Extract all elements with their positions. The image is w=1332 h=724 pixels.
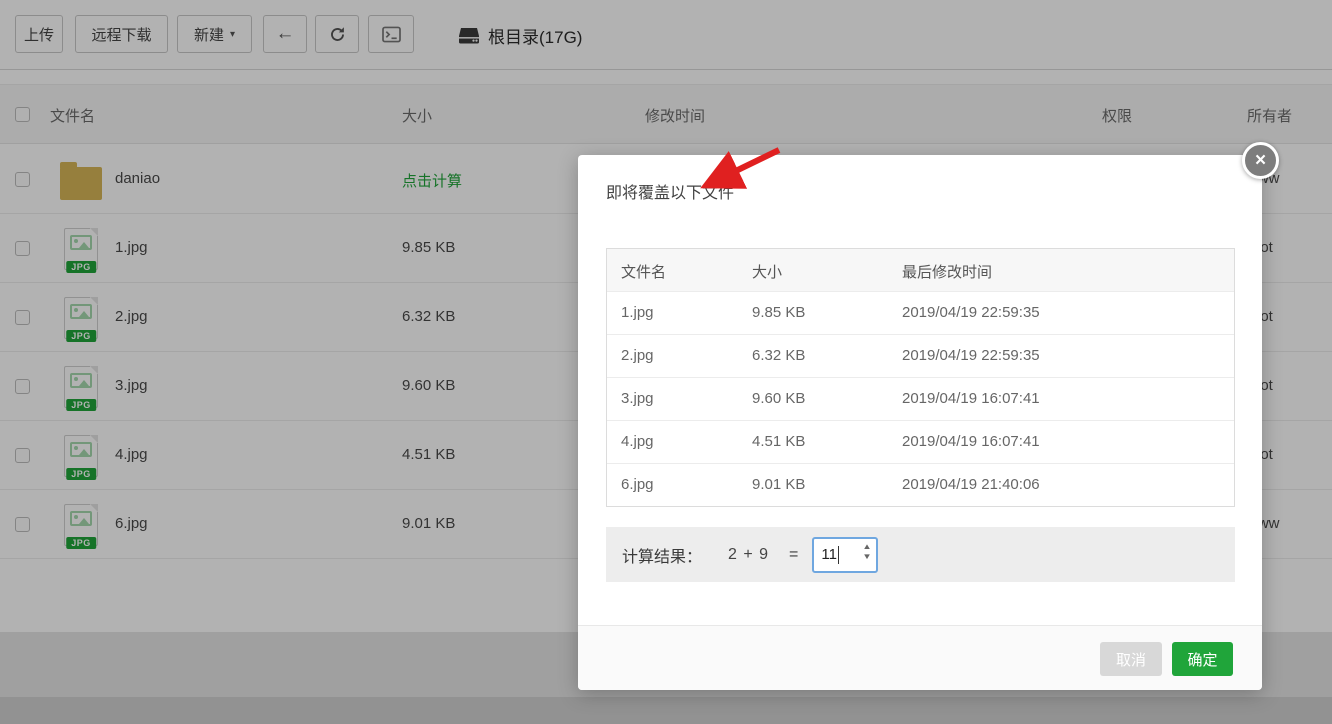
dialog-table-body: 1.jpg 9.85 KB 2019/04/19 22:59:35 2.jpg …: [607, 291, 1234, 506]
cell-size: 9.85 KB: [752, 304, 805, 321]
dialog-footer: 取消 确定: [578, 625, 1262, 690]
dialog-table-header: 文件名 大小 最后修改时间: [607, 249, 1234, 291]
cell-name: 2.jpg: [621, 347, 654, 364]
cell-mtime: 2019/04/19 21:40:06: [902, 476, 1040, 493]
cell-mtime: 2019/04/19 16:07:41: [902, 390, 1040, 407]
spinner-up-icon[interactable]: ▲: [863, 543, 873, 551]
close-icon: ×: [1255, 150, 1266, 172]
number-spinner[interactable]: ▲ ▼: [863, 543, 871, 561]
calc-equals-sign: =: [789, 546, 798, 564]
confirm-button[interactable]: 确定: [1172, 642, 1233, 676]
dialog-table-row: 2.jpg 6.32 KB 2019/04/19 22:59:35: [607, 334, 1234, 377]
dialog-table-row: 4.jpg 4.51 KB 2019/04/19 16:07:41: [607, 420, 1234, 463]
cell-name: 6.jpg: [621, 476, 654, 493]
cell-size: 9.60 KB: [752, 390, 805, 407]
dialog-column-header: 文件名: [621, 261, 666, 282]
spinner-down-icon[interactable]: ▼: [863, 553, 873, 561]
cell-size: 9.01 KB: [752, 476, 805, 493]
calc-result-label: 计算结果：: [622, 543, 702, 567]
overwrite-dialog: 即将覆盖以下文件 文件名 大小 最后修改时间 1.jpg 9.85 KB 2019/…: [578, 155, 1262, 690]
dialog-close-button[interactable]: ×: [1242, 142, 1279, 179]
cell-mtime: 2019/04/19 22:59:35: [902, 304, 1040, 321]
cancel-button[interactable]: 取消: [1100, 642, 1162, 676]
cell-size: 4.51 KB: [752, 433, 805, 450]
dialog-column-header: 最后修改时间: [902, 261, 992, 282]
cell-name: 3.jpg: [621, 390, 654, 407]
dialog-file-table: 文件名 大小 最后修改时间 1.jpg 9.85 KB 2019/04/19 22:…: [606, 248, 1235, 507]
cell-size: 6.32 KB: [752, 347, 805, 364]
cell-name: 4.jpg: [621, 433, 654, 450]
dialog-column-header: 大小: [752, 261, 782, 282]
calc-answer-input[interactable]: 11 ▲ ▼: [812, 537, 878, 573]
dialog-table-row: 6.jpg 9.01 KB 2019/04/19 21:40:06: [607, 463, 1234, 506]
cell-mtime: 2019/04/19 22:59:35: [902, 347, 1040, 364]
calc-expression: 2 + 9: [728, 546, 769, 564]
cell-name: 1.jpg: [621, 304, 654, 321]
captcha-bar: 计算结果： 2 + 9 = 11 ▲ ▼: [606, 527, 1235, 582]
cell-mtime: 2019/04/19 16:07:41: [902, 433, 1040, 450]
dialog-table-row: 3.jpg 9.60 KB 2019/04/19 16:07:41: [607, 377, 1234, 420]
dialog-table-row: 1.jpg 9.85 KB 2019/04/19 22:59:35: [607, 291, 1234, 334]
dialog-title: 即将覆盖以下文件: [606, 179, 734, 203]
text-cursor: [838, 546, 839, 564]
calc-answer-value: 11: [821, 546, 837, 563]
